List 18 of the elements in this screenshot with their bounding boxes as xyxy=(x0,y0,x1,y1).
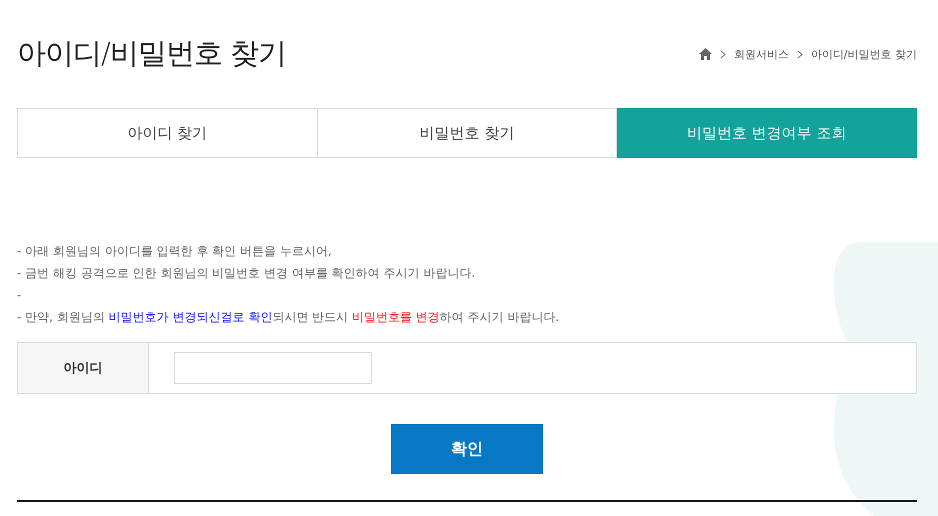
field-label: 아이디 xyxy=(18,343,149,393)
bullet-dash: - xyxy=(17,266,22,280)
tab[interactable]: 비밀번호 찾기 xyxy=(318,108,618,158)
breadcrumb-link[interactable]: 아이디/비밀번호 찾기 xyxy=(810,46,917,62)
home-icon[interactable] xyxy=(698,48,712,60)
notice-text: 금번 해킹 공격으로 인한 회원님의 비밀번호 변경 여부를 확인하여 주시기 바랍니다. xyxy=(25,266,476,280)
tab[interactable]: 아이디 찾기 xyxy=(17,108,318,158)
bullet-dash: - xyxy=(17,244,22,258)
notice-text: 만약, 회원님의 비밀번호가 변경되신걸로 확인 되시면 반드시 비밀번호를 변경하여 주시기 바랍니다. xyxy=(25,310,560,324)
chevron-icon xyxy=(796,50,803,58)
page-title: 아이디/비밀번호 찾기 xyxy=(17,35,286,72)
bullet-dash: - xyxy=(17,288,22,302)
notice-text: 아래 회원님의 아이디를 입력한 후 확인 버튼을 누르시어, xyxy=(25,244,332,258)
breadcrumb-link[interactable]: 회원서비스 xyxy=(734,46,789,62)
chevron-icon xyxy=(720,50,726,58)
id-input-field[interactable] xyxy=(174,352,372,384)
bullet-dash: - xyxy=(17,310,22,324)
confirm-button[interactable]: 확인 xyxy=(391,424,543,474)
